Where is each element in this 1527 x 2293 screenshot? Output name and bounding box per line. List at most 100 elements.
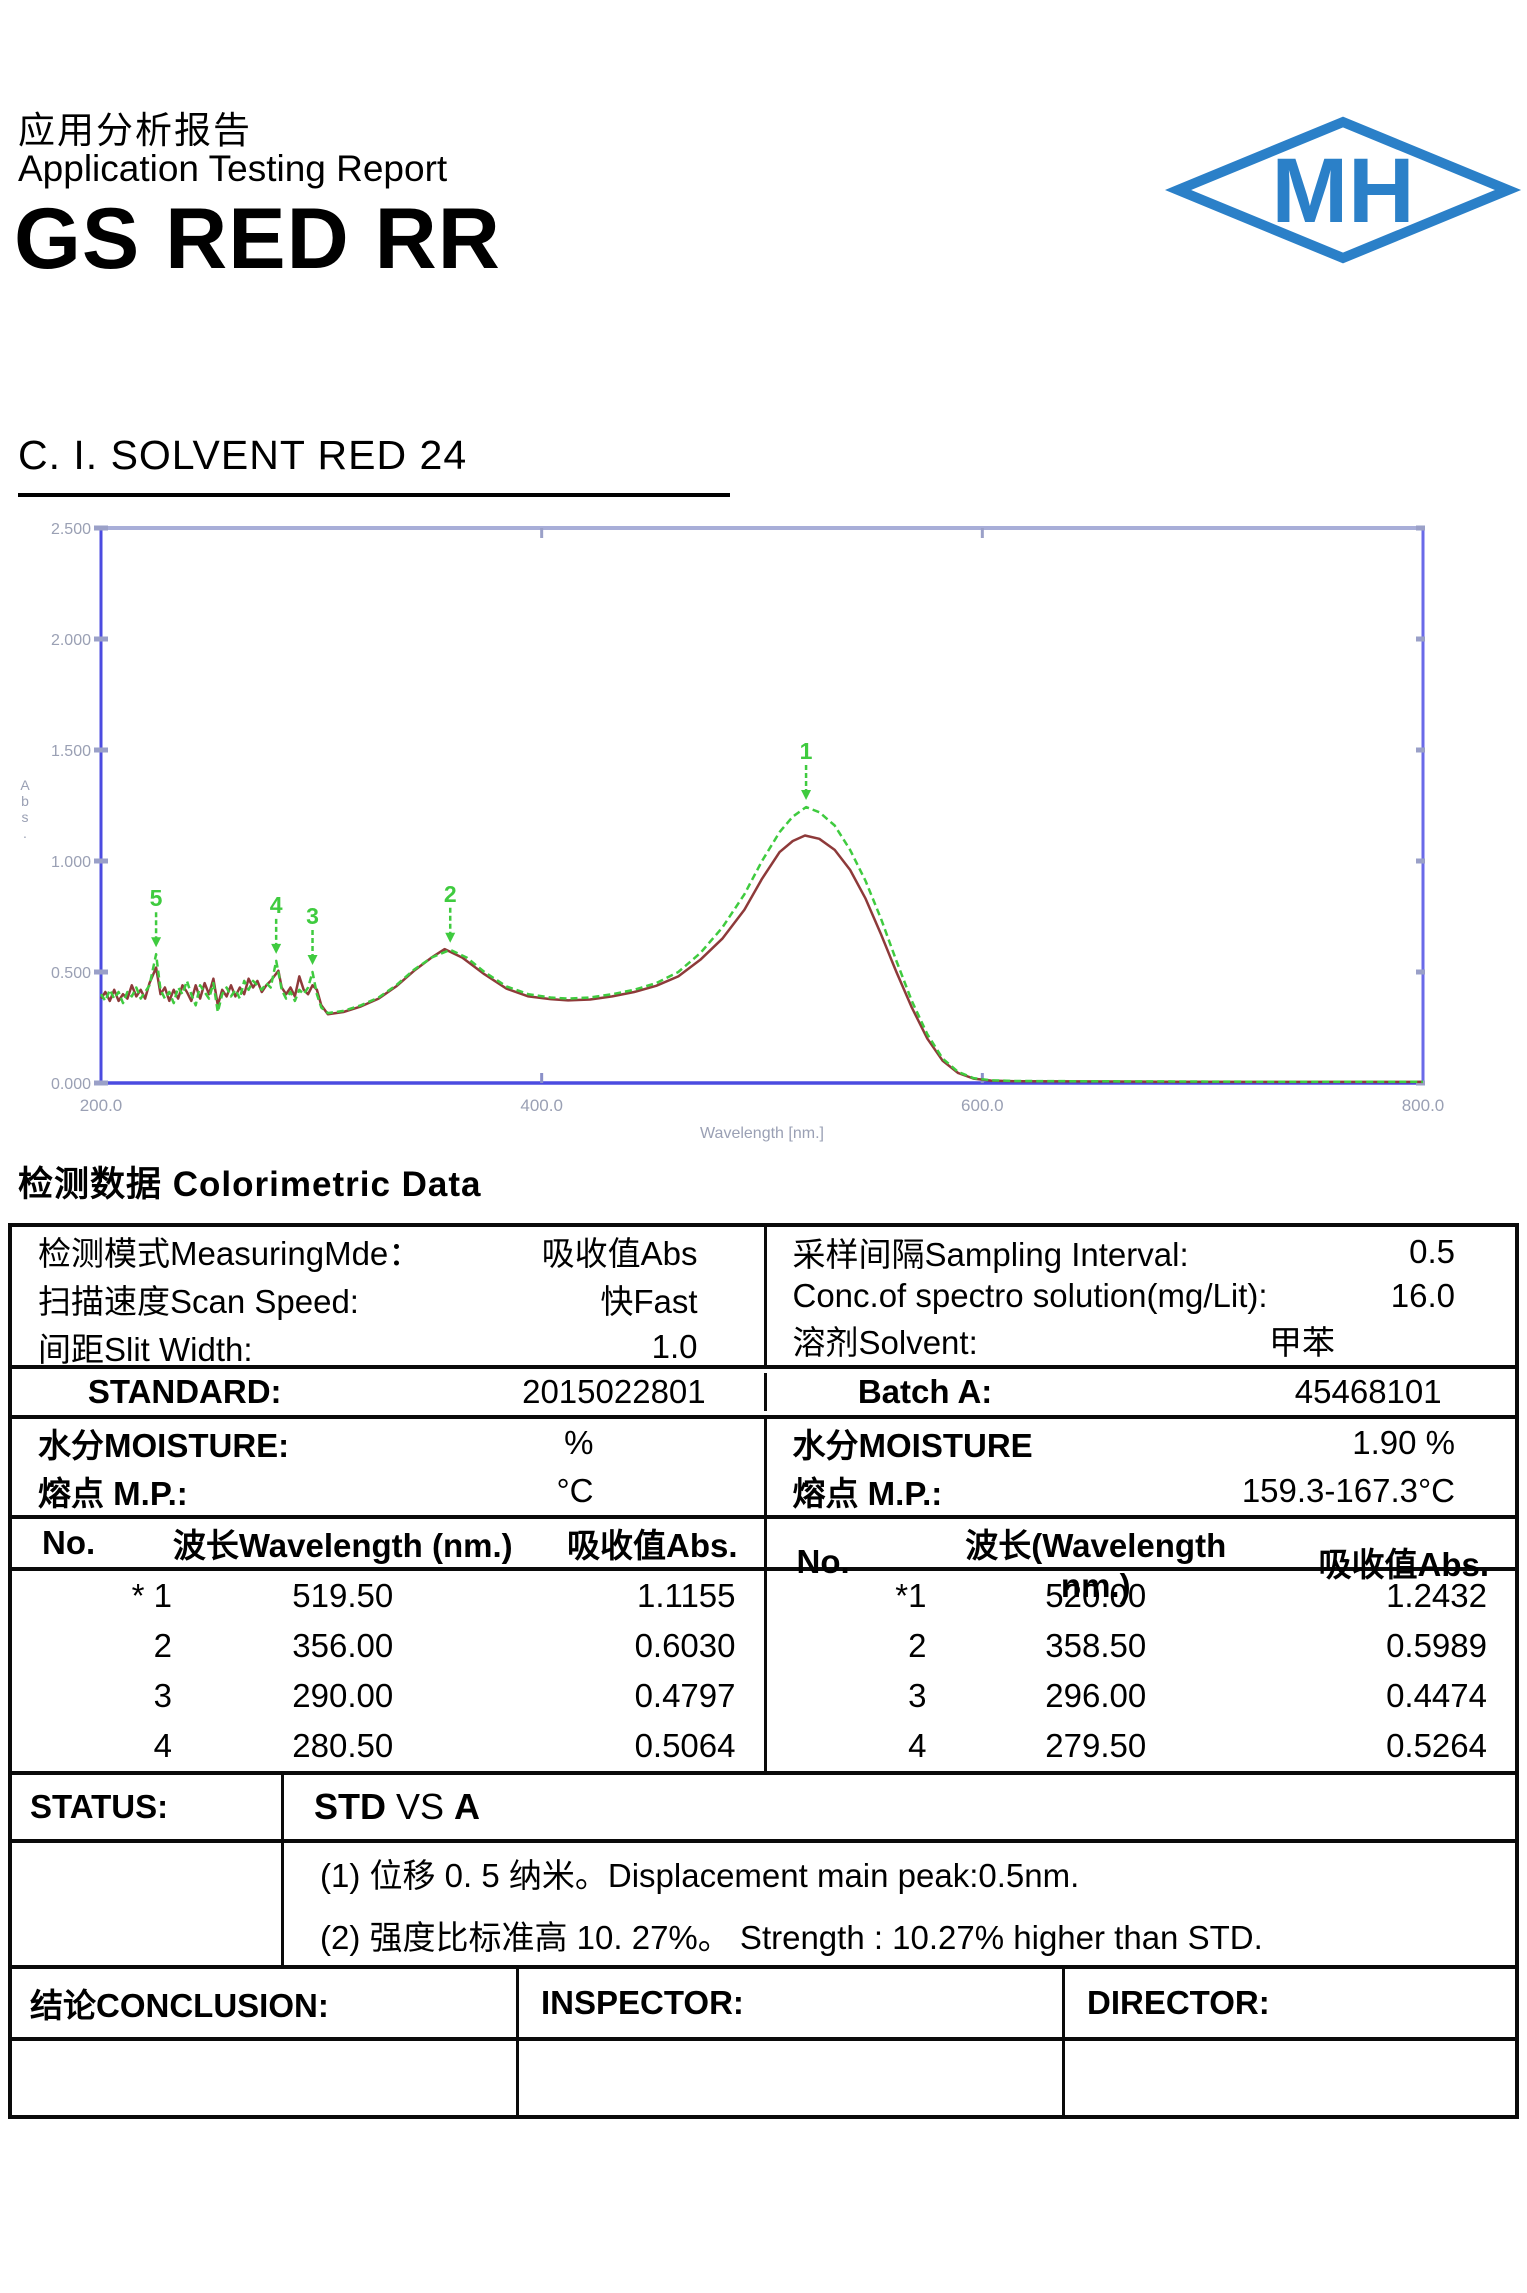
param-label: 检测模式MeasuringMde： [38, 1227, 421, 1275]
status-label: STATUS: [12, 1775, 281, 1839]
y-axis-label: . [23, 825, 27, 841]
sample-id-row: STANDARD: 2015022801 Batch A: 45468101 [12, 1365, 1515, 1415]
col-abs: 吸收值Abs. [514, 1519, 764, 1567]
col-wavelength: 波长Wavelength (nm.) [172, 1519, 514, 1567]
table-row: 3 290.00 0.4797 [12, 1677, 764, 1715]
signoff-empty-row [12, 2037, 1515, 2115]
moisture-left: 水分MOISTURE: % 熔点 M.P.: °C [12, 1419, 764, 1515]
cell-no: 3 [767, 1677, 927, 1715]
mp-line: 熔点 M.P.: °C [12, 1467, 764, 1515]
mp-value: 159.3-167.3°C [1242, 1472, 1515, 1510]
moisture-line: 水分MOISTURE 1.90 % [767, 1419, 1516, 1467]
y-axis-label: b [21, 793, 29, 809]
y-tick-label: 1.000 [51, 854, 91, 871]
params-left: 检测模式MeasuringMde： 吸收值Abs 扫描速度Scan Speed:… [12, 1227, 764, 1365]
param-label: 溶剂Solvent: [793, 1316, 978, 1364]
moisture-label: 水分MOISTURE [793, 1419, 1033, 1467]
cell-wavelength: 356.00 [172, 1627, 514, 1665]
batch-value: 45468101 [1295, 1373, 1442, 1411]
section-heading-en: Colorimetric Data [173, 1165, 482, 1204]
director-label: DIRECTOR: [1062, 1969, 1515, 2037]
status-std: STD [314, 1786, 386, 1828]
report-title-en: Application Testing Report [18, 148, 447, 190]
param-line: 采样间隔Sampling Interval: 0.5 [767, 1228, 1516, 1276]
peaks-header-right: No. 波长(Wavelength nm.) 吸收值Abs. [764, 1519, 1516, 1567]
param-line: 扫描速度Scan Speed: 快Fast [12, 1275, 764, 1323]
status-batch: A [454, 1786, 480, 1828]
peak-marker-label: 1 [800, 738, 813, 764]
status-row: STATUS: STD VS A [12, 1771, 1515, 1839]
report-page: 应用分析报告 Application Testing Report GS RED… [0, 0, 1527, 2293]
cell-abs: 1.1155 [514, 1577, 764, 1615]
cell-abs: 0.6030 [514, 1627, 764, 1665]
notes-row: (1) 位移 0. 5 纳米。Displacement main peak:0.… [12, 1839, 1515, 1965]
y-axis-label: A [20, 777, 30, 793]
peak-marker-label: 4 [270, 892, 283, 918]
cell-abs: 1.2432 [1265, 1577, 1515, 1615]
colour-index-name: C. I. SOLVENT RED 24 [18, 432, 730, 497]
mp-label: 熔点 M.P.: [793, 1467, 943, 1515]
cell-wavelength: 358.50 [927, 1627, 1266, 1665]
standard-value: 2015022801 [522, 1373, 706, 1411]
y-tick-label: 2.500 [51, 521, 91, 538]
director-field [1062, 2041, 1515, 2115]
cell-wavelength: 519.50 [172, 1577, 514, 1615]
cell-wavelength: 296.00 [927, 1677, 1266, 1715]
x-tick-label: 800.0 [1402, 1096, 1445, 1115]
peak-marker-label: 2 [444, 881, 457, 907]
x-tick-label: 600.0 [961, 1096, 1004, 1115]
peak-marker-arrowhead [308, 955, 318, 965]
company-logo: MH [1165, 110, 1525, 270]
note-strength: (2) 强度比标准高 10. 27%。 Strength : 10.27% hi… [320, 1911, 1515, 1959]
params-row: 检测模式MeasuringMde： 吸收值Abs 扫描速度Scan Speed:… [12, 1227, 1515, 1365]
peaks-data-right: *1 520.00 1.2432 2 358.50 0.5989 3 296.0… [764, 1571, 1516, 1771]
section-heading-cn: 检测数据 [18, 1165, 162, 1204]
peak-marker-label: 5 [150, 885, 163, 911]
status-vs: VS [386, 1786, 454, 1828]
moisture-label: 水分MOISTURE: [38, 1419, 289, 1467]
param-value: 吸收值Abs [542, 1227, 764, 1275]
param-value: 16.0 [1391, 1277, 1515, 1315]
param-label: 扫描速度Scan Speed: [38, 1275, 359, 1323]
moisture-row: 水分MOISTURE: % 熔点 M.P.: °C 水分MOISTURE 1.9… [12, 1415, 1515, 1515]
cell-no: *1 [767, 1577, 927, 1615]
cell-no: 4 [767, 1727, 927, 1765]
note-displacement: (1) 位移 0. 5 纳米。Displacement main peak:0.… [320, 1849, 1515, 1897]
cell-no: 2 [767, 1627, 927, 1665]
absorbance-spectrum-chart: 0.0000.5001.0001.5002.0002.500200.0400.0… [0, 500, 1527, 1160]
param-value: 0.5 [1409, 1233, 1515, 1271]
colorimetric-data-table: 检测模式MeasuringMde： 吸收值Abs 扫描速度Scan Speed:… [8, 1223, 1519, 2119]
peak-marker-label: 3 [306, 903, 319, 929]
table-row: 4 279.50 0.5264 [767, 1727, 1516, 1765]
std-curve [101, 836, 1423, 1082]
cell-wavelength: 290.00 [172, 1677, 514, 1715]
moisture-value: % [564, 1424, 763, 1462]
table-row: 2 358.50 0.5989 [767, 1627, 1516, 1665]
section-heading: 检测数据 Colorimetric Data [18, 1156, 482, 1207]
peak-marker-arrowhead [151, 937, 161, 947]
mp-line: 熔点 M.P.: 159.3-167.3°C [767, 1467, 1516, 1515]
params-right: 采样间隔Sampling Interval: 0.5 Conc.of spect… [764, 1227, 1516, 1365]
table-row: 4 280.50 0.5064 [12, 1727, 764, 1765]
peak-marker-arrowhead [445, 933, 455, 943]
table-row: 3 296.00 0.4474 [767, 1677, 1516, 1715]
x-axis-label: Wavelength [nm.] [700, 1125, 824, 1142]
cell-abs: 0.5264 [1265, 1727, 1515, 1765]
param-line: 溶剂Solvent: 甲苯 [767, 1316, 1516, 1364]
standard-id-cell: STANDARD: 2015022801 [12, 1373, 764, 1411]
param-value: 1.0 [652, 1328, 764, 1366]
cell-abs: 0.5064 [514, 1727, 764, 1765]
table-row: 2 356.00 0.6030 [12, 1627, 764, 1665]
cell-no: 2 [12, 1627, 172, 1665]
cell-no: * 1 [12, 1577, 172, 1615]
param-value: 快Fast [600, 1275, 763, 1323]
batch-label: Batch A: [858, 1373, 992, 1411]
y-tick-label: 2.000 [51, 632, 91, 649]
mp-label: 熔点 M.P.: [38, 1467, 188, 1515]
cell-wavelength: 279.50 [927, 1727, 1266, 1765]
notes-spacer [12, 1843, 281, 1965]
inspector-field [516, 2041, 1062, 2115]
moisture-value: 1.90 % [1352, 1424, 1515, 1462]
param-value: 甲苯 [1269, 1316, 1515, 1364]
notes-cell: (1) 位移 0. 5 纳米。Displacement main peak:0.… [281, 1843, 1515, 1965]
